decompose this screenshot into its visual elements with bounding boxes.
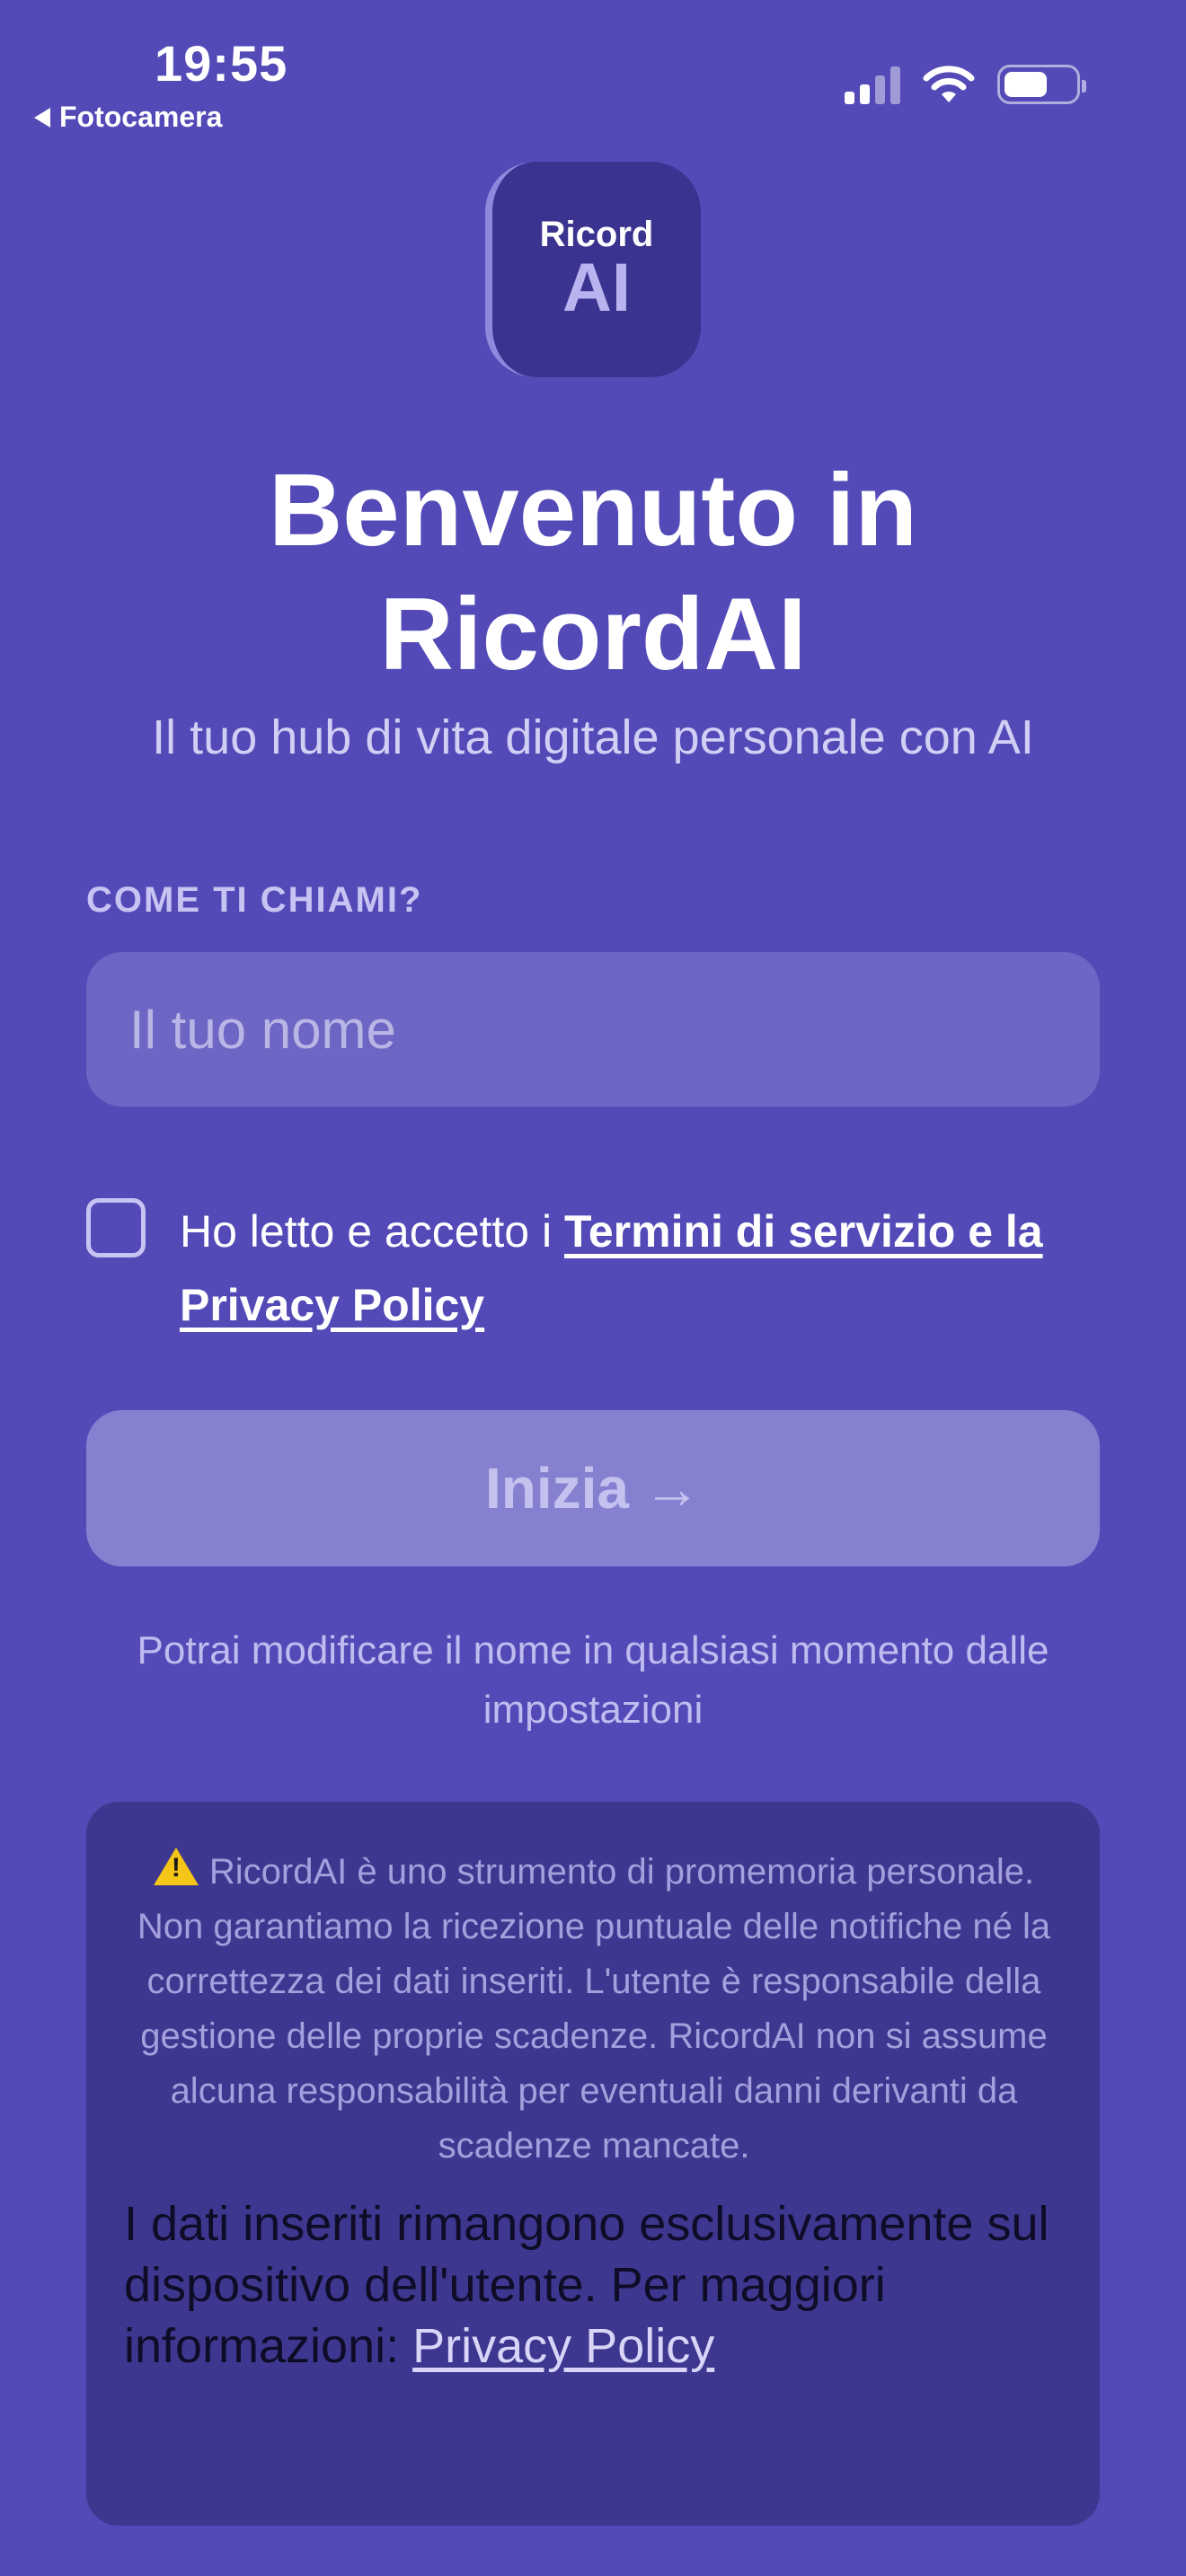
terms-checkbox[interactable] <box>86 1198 146 1257</box>
logo-line1: Ricord <box>539 215 654 254</box>
disclaimer-box: RicordAI è uno strumento di promemoria p… <box>86 1802 1100 2526</box>
page-title: Benvenuto in RicordAI <box>268 454 918 692</box>
start-button-label: Inizia <box>484 1456 630 1521</box>
cellular-signal-icon <box>845 65 900 104</box>
consent-prefix: Ho letto e accetto i <box>180 1206 565 1257</box>
disclaimer-warning: RicordAI è uno strumento di promemoria p… <box>124 1845 1064 2174</box>
status-time: 19:55 <box>155 35 288 92</box>
page-subtitle: Il tuo hub di vita digitale personale co… <box>152 710 1034 764</box>
warning-icon <box>153 1848 199 1885</box>
logo-line2: AI <box>562 250 631 326</box>
back-link-label: Fotocamera <box>59 101 223 133</box>
name-change-hint: Potrai modificare il nome in qualsiasi m… <box>137 1628 1049 1732</box>
name-input[interactable] <box>86 952 1100 1107</box>
back-to-camera-link[interactable]: Fotocamera <box>34 101 222 134</box>
wifi-icon <box>923 66 975 102</box>
arrow-right-icon: → <box>643 1456 702 1521</box>
privacy-policy-link[interactable]: Privacy Policy <box>412 2319 714 2373</box>
start-button[interactable]: Inizia → <box>86 1410 1100 1566</box>
battery-icon <box>997 65 1086 104</box>
disclaimer-warning-text: RicordAI è uno strumento di promemoria p… <box>137 1852 1051 2166</box>
status-icons <box>845 65 1086 104</box>
consent-text: Ho letto e accetto i Termini di servizio… <box>180 1195 1102 1342</box>
consent-row[interactable]: Ho letto e accetto i Termini di servizio… <box>86 1195 1102 1342</box>
privacy-notice: I dati inseriti rimangono esclusivamente… <box>124 2193 1064 2377</box>
name-field-label: COME TI CHIAMI? <box>86 880 423 920</box>
back-triangle-icon <box>34 107 50 128</box>
app-logo: Ricord AI <box>485 162 701 377</box>
